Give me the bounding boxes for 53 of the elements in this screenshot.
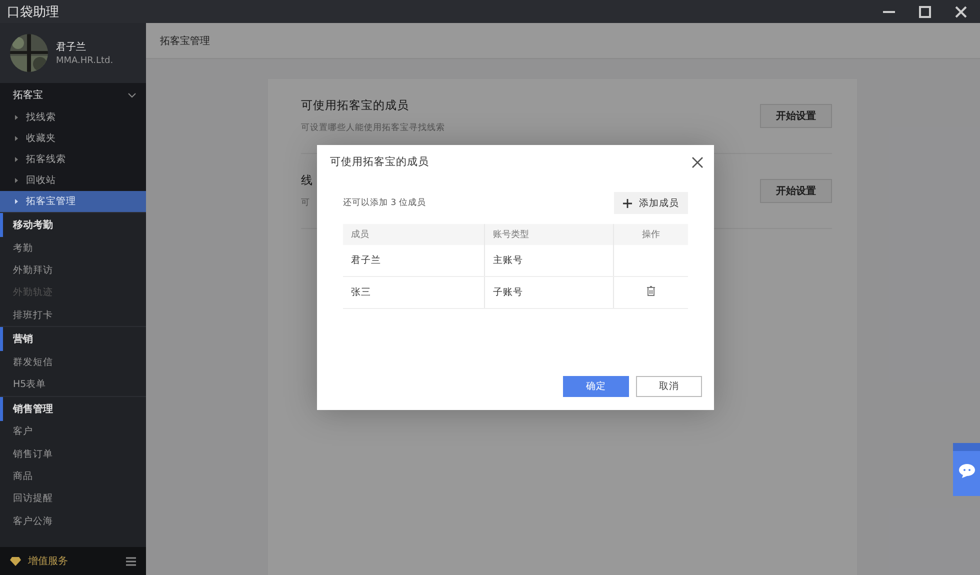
nav-item[interactable]: 考勤 [0,237,146,260]
page-title: 拓客宝管理 [146,23,980,59]
start-setup-button[interactable]: 开始设置 [760,104,832,128]
column-header: 操作 [614,224,688,245]
column-header: 账号类型 [484,224,614,245]
nav-item[interactable]: 回访提醒 [0,488,146,510]
chat-bubble-icon [958,464,974,478]
nav-item[interactable]: H5表单 [0,373,146,396]
nav-item[interactable]: 外勤拜访 [0,259,146,282]
caret-icon [15,115,18,120]
close-icon[interactable] [692,156,703,168]
setting-title: 线 [301,173,313,188]
nav-group-header[interactable]: 拓客宝 [0,83,146,107]
nav-item[interactable]: 商品 [0,465,146,488]
nav-item[interactable]: 拓客宝管理 [0,191,146,212]
table-cell: 主账号 [484,245,614,276]
setting-description: 可设置哪些人能使用拓客宝寻找线索 [301,122,445,134]
company-name: MMA.HR.Ltd. [56,56,114,66]
diamond-icon [10,556,21,566]
table-cell: 君子兰 [343,245,484,276]
nav-item[interactable]: 回收站 [0,170,146,191]
user-name: 君子兰 [56,40,87,54]
nav-item[interactable]: 收藏夹 [0,128,146,149]
nav-item[interactable]: 客户 [0,420,146,444]
setting-description: 可 [301,197,311,209]
setting-title: 可使用拓客宝的成员 [301,98,410,113]
nav-item[interactable]: 拓客线索 [0,149,146,170]
caret-icon [15,157,18,162]
value-added-services-link[interactable]: 增值服务 [10,554,68,568]
confirm-button[interactable]: 确定 [563,376,629,397]
cancel-button[interactable]: 取消 [636,376,702,397]
chat-widget[interactable] [953,443,980,496]
add-member-button[interactable]: 添加成员 [614,192,688,214]
window-title: 口袋助理 [7,4,59,20]
nav-item[interactable]: 销售订单 [0,443,146,466]
nav-item[interactable]: 客户公海 [0,510,146,532]
dialog-title: 可使用拓客宝的成员 [330,155,429,169]
remaining-members-hint: 还可以添加 3 位成员 [343,197,426,209]
nav-item[interactable]: 找线索 [0,107,146,128]
trash-icon[interactable] [647,286,655,296]
caret-icon [15,178,18,183]
table-cell: 子账号 [484,276,614,308]
caret-icon [15,136,18,141]
maximize-icon[interactable] [918,4,932,18]
column-header: 成员 [343,224,484,245]
caret-icon [15,199,18,204]
table-cell: 张三 [343,276,484,308]
nav-item[interactable]: 排班打卡 [0,304,146,326]
menu-icon[interactable] [126,556,136,566]
nav-item[interactable]: 群发短信 [0,351,146,374]
chevron-icon [128,92,136,98]
start-setup-button[interactable]: 开始设置 [760,179,832,203]
plus-icon [623,198,632,208]
